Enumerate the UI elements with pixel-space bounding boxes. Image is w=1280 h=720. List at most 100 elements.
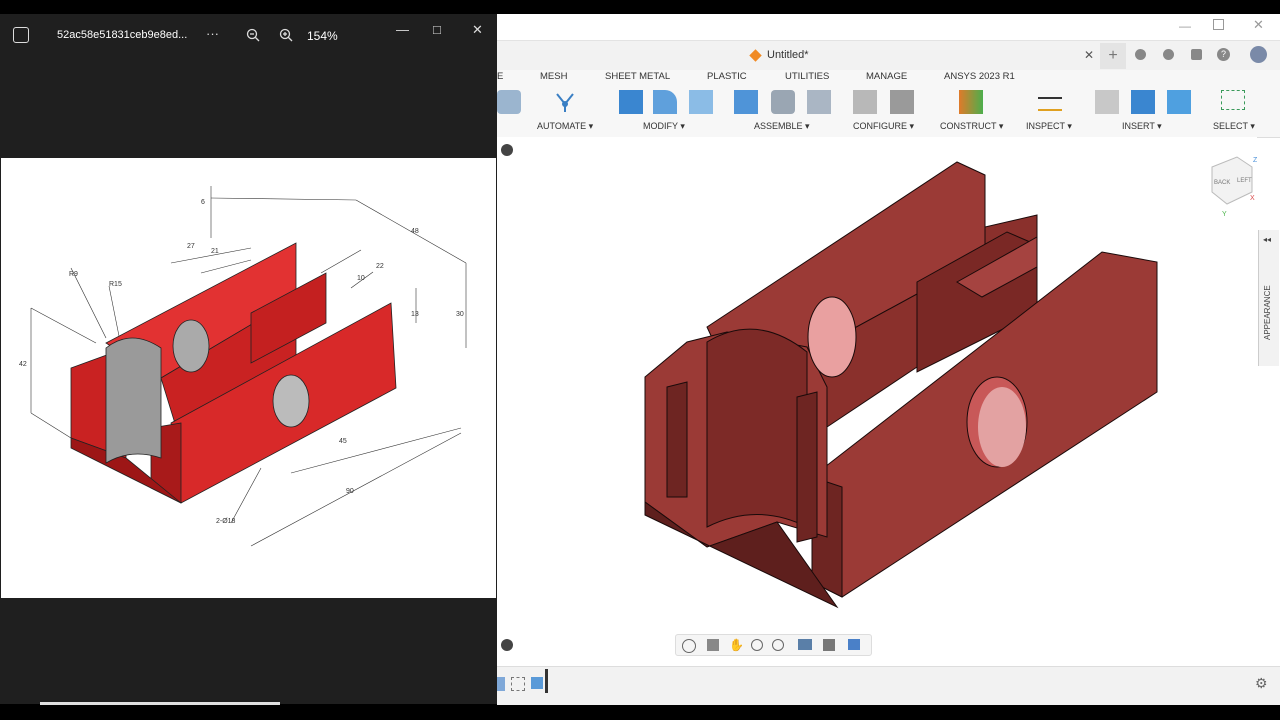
comments-icon[interactable] xyxy=(501,639,513,651)
viewports-icon[interactable] xyxy=(848,639,860,650)
grid-settings-icon[interactable] xyxy=(823,639,835,651)
new-tab-button[interactable]: + xyxy=(1100,43,1126,69)
dim-22: 22 xyxy=(376,263,384,270)
orbit-icon[interactable] xyxy=(682,639,696,653)
axis-x-label: X xyxy=(1250,195,1255,202)
select-group-label[interactable]: SELECT ▾ xyxy=(1213,121,1255,132)
photos-viewer-window: 52ac58e51831ceb9e8ed... ··· 154% — □ ✕ 6… xyxy=(0,14,497,705)
fusion-window-bar: — ✕ xyxy=(497,14,1280,40)
tab-utilities[interactable]: UTILITIES xyxy=(785,71,829,82)
tab-ansys[interactable]: ANSYS 2023 R1 xyxy=(944,71,1015,82)
help-icon[interactable]: ? xyxy=(1217,48,1230,61)
isometric-drawing: 6 48 27 21 22 10 R9 R15 13 30 42 45 90 2… xyxy=(19,186,467,547)
viewcube-back-label: BACK xyxy=(1214,180,1230,186)
configure-icon[interactable] xyxy=(853,90,877,114)
dim-6: 6 xyxy=(201,199,205,206)
job-status-icon[interactable] xyxy=(1163,49,1174,60)
tab-plastic[interactable]: PLASTIC xyxy=(707,71,747,82)
dim-27: 27 xyxy=(187,243,195,250)
document-title[interactable]: Untitled* xyxy=(767,49,809,61)
fillet-icon[interactable] xyxy=(653,90,677,114)
technical-drawing-image: 6 48 27 21 22 10 R9 R15 13 30 42 45 90 2… xyxy=(1,158,496,598)
dim-45: 45 xyxy=(339,438,347,445)
assemble-group-label[interactable]: ASSEMBLE ▾ xyxy=(754,121,810,132)
zoom-in-icon[interactable] xyxy=(279,28,293,42)
collapse-panel-icon[interactable]: ◂◂ xyxy=(1263,235,1271,244)
pan-icon[interactable]: ✋ xyxy=(729,638,744,652)
navigation-toolbar: ✋ xyxy=(675,634,872,656)
fusion-minimize-button[interactable]: — xyxy=(1179,19,1191,33)
measure-icon[interactable] xyxy=(1038,97,1062,111)
dim-21: 21 xyxy=(211,248,219,255)
ribbon-toolbar: AUTOMATE ▾ MODIFY ▾ ASSEMBLE ▾ CONFIGURE… xyxy=(497,85,1280,138)
partial-tool-icon[interactable] xyxy=(497,90,521,114)
construct-plane-icon[interactable] xyxy=(959,90,983,114)
viewcube-left-label: LEFT xyxy=(1237,178,1252,184)
photos-scroll-indicator[interactable] xyxy=(40,702,280,705)
tab-mesh[interactable]: MESH xyxy=(540,71,567,82)
dim-30: 30 xyxy=(456,311,464,318)
close-document-icon[interactable]: ✕ xyxy=(1084,48,1094,62)
automate-icon[interactable] xyxy=(553,90,577,114)
dim-13: 13 xyxy=(411,311,419,318)
joint-icon[interactable] xyxy=(771,90,795,114)
zoom-level[interactable]: 154% xyxy=(307,29,338,43)
3d-viewport[interactable]: BACK LEFT Z X Y xyxy=(497,137,1257,665)
dim-r9: R9 xyxy=(69,271,78,278)
insert-mesh-icon[interactable] xyxy=(1131,90,1155,114)
timeline-bar: ⚙ xyxy=(497,666,1280,705)
timeline-sketch-icon[interactable] xyxy=(511,677,525,691)
timeline-step-icon[interactable] xyxy=(497,677,505,691)
assembly-table-icon[interactable] xyxy=(807,90,831,114)
modify-group-label[interactable]: MODIFY ▾ xyxy=(643,121,685,132)
notifications-icon[interactable] xyxy=(1191,49,1202,60)
extensions-icon[interactable] xyxy=(1135,49,1146,60)
appearance-panel[interactable]: ◂◂ APPEARANCE xyxy=(1258,230,1279,366)
maximize-button[interactable]: □ xyxy=(433,22,441,37)
press-pull-icon[interactable] xyxy=(619,90,643,114)
axis-z-label: Z xyxy=(1253,157,1257,164)
dim-90: 90 xyxy=(346,488,354,495)
document-cube-icon xyxy=(749,49,762,62)
dim-10: 10 xyxy=(357,275,365,282)
red-3d-model xyxy=(644,161,1158,609)
select-window-icon[interactable] xyxy=(1221,90,1245,110)
photos-file-title: 52ac58e51831ceb9e8ed... xyxy=(57,29,188,41)
fusion-maximize-button[interactable] xyxy=(1213,19,1224,30)
user-avatar[interactable] xyxy=(1250,46,1267,63)
configure-group-label[interactable]: CONFIGURE ▾ xyxy=(853,121,914,132)
tab-e[interactable]: E xyxy=(497,71,503,82)
dim-hole: 2-Ø18 xyxy=(216,518,236,525)
fit-icon[interactable] xyxy=(772,639,784,651)
axis-y-label: Y xyxy=(1222,211,1227,218)
document-tab-row: Untitled* ✕ + ? xyxy=(497,40,1280,71)
tab-sheet-metal[interactable]: SHEET METAL xyxy=(605,71,670,82)
insert-derive-icon[interactable] xyxy=(1095,90,1119,114)
display-settings-icon[interactable] xyxy=(798,639,812,650)
more-options-button[interactable]: ··· xyxy=(206,26,219,41)
ribbon-tabs: E MESH SHEET METAL PLASTIC UTILITIES MAN… xyxy=(497,70,1280,85)
timeline-feature-icon[interactable] xyxy=(531,677,543,689)
appearance-label: APPEARANCE xyxy=(1263,285,1272,340)
zoom-icon[interactable] xyxy=(751,639,763,651)
photos-app-icon xyxy=(13,27,29,43)
settings-gear-icon[interactable]: ⚙ xyxy=(1255,675,1268,692)
insert-canvas-icon[interactable] xyxy=(1167,90,1191,114)
zoom-out-icon[interactable] xyxy=(246,28,260,42)
construct-group-label[interactable]: CONSTRUCT ▾ xyxy=(940,121,1003,132)
shell-icon[interactable] xyxy=(689,90,713,114)
tab-manage[interactable]: MANAGE xyxy=(866,71,907,82)
dim-r15: R15 xyxy=(109,281,122,288)
insert-group-label[interactable]: INSERT ▾ xyxy=(1122,121,1162,132)
automate-group-label[interactable]: AUTOMATE ▾ xyxy=(537,121,593,132)
fusion-close-button[interactable]: ✕ xyxy=(1253,17,1264,33)
configure-table-icon[interactable] xyxy=(890,90,914,114)
viewcube[interactable]: BACK LEFT Z X Y xyxy=(1202,152,1257,222)
inspect-group-label[interactable]: INSPECT ▾ xyxy=(1026,121,1072,132)
minimize-button[interactable]: — xyxy=(396,22,409,37)
new-component-icon[interactable] xyxy=(734,90,758,114)
close-button[interactable]: ✕ xyxy=(472,22,483,38)
timeline-marker[interactable] xyxy=(545,669,548,693)
photos-titlebar: 52ac58e51831ceb9e8ed... ··· 154% — □ ✕ xyxy=(0,14,497,58)
look-at-icon[interactable] xyxy=(707,639,719,651)
